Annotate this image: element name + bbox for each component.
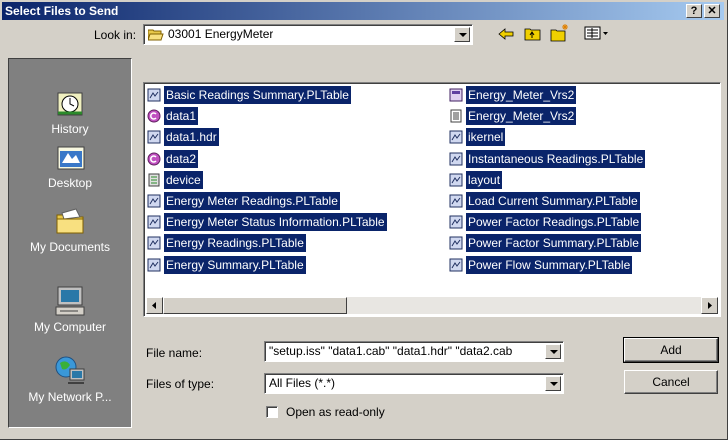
places-history-label: History: [51, 122, 89, 136]
places-my-network-label: My Network P...: [28, 390, 112, 404]
look-in-value: 03001 EnergyMeter: [168, 27, 274, 41]
help-button[interactable]: ?: [686, 4, 702, 18]
places-desktop-label: Desktop: [47, 176, 93, 190]
up-folder-icon[interactable]: [524, 25, 542, 42]
file-item-name: Instantaneous Readings.PLTable: [466, 149, 646, 168]
my-network-places-icon: [54, 355, 86, 387]
file-item-name: Energy Meter Status Information.PLTable: [164, 213, 387, 232]
select-files-dialog: Select Files to Send ? ✕ Look in: 03001 …: [0, 0, 728, 440]
new-folder-icon[interactable]: [550, 23, 570, 42]
file-name-label: File name:: [146, 346, 203, 360]
history-icon: [54, 87, 86, 119]
file-type-select[interactable]: All Files (*.*): [264, 373, 564, 394]
folder-open-icon: [148, 29, 164, 41]
dialog-title: Select Files to Send: [5, 4, 119, 18]
pltable-file-icon: [449, 258, 463, 272]
look-in-label: Look in:: [94, 28, 137, 42]
view-menu-icon[interactable]: [584, 26, 610, 41]
back-arrow-icon[interactable]: [497, 26, 515, 42]
file-item-name: data1: [164, 107, 199, 126]
file-name-dropdown-arrow[interactable]: [545, 344, 561, 359]
file-type-value: All Files (*.*): [269, 376, 336, 390]
config-file-icon: [147, 173, 161, 187]
open-read-only-label[interactable]: Open as read-only: [286, 405, 385, 419]
file-item-name: data1.hdr: [164, 128, 219, 147]
open-read-only-checkbox[interactable]: [266, 406, 278, 418]
pltable-file-icon: [147, 130, 161, 144]
file-item-name: Power Factor Summary.PLTable: [466, 234, 641, 253]
text-file-icon: [449, 109, 463, 123]
pltable-file-icon: [449, 194, 463, 208]
pltable-file-icon: [449, 152, 463, 166]
title-bar[interactable]: Select Files to Send: [2, 2, 724, 20]
file-item-name: Energy Summary.PLTable: [164, 255, 306, 274]
pltable-file-icon: [147, 215, 161, 229]
file-item-name: Load Current Summary.PLTable: [466, 192, 640, 210]
pltable-file-icon: [449, 236, 463, 250]
places-my-computer-label: My Computer: [33, 320, 107, 334]
my-documents-icon: [54, 205, 86, 237]
pltable-file-icon: [147, 88, 161, 102]
file-item-name: Energy_Meter_Vrs2: [466, 107, 577, 126]
file-item-name: ikernel: [466, 128, 506, 147]
arrow-left-icon: [152, 302, 156, 309]
file-item-name: Power Factor Readings.PLTable: [466, 213, 642, 232]
places-history[interactable]: History: [9, 87, 131, 136]
my-computer-icon: [54, 285, 86, 317]
scroll-left-button[interactable]: [146, 297, 163, 314]
add-button[interactable]: Add: [623, 337, 719, 363]
pltable-file-icon: [147, 258, 161, 272]
file-item-name: Basic Readings Summary.PLTable: [164, 86, 351, 104]
scroll-thumb[interactable]: [163, 297, 347, 314]
project-file-icon: [449, 88, 463, 102]
file-type-dropdown-arrow[interactable]: [545, 376, 561, 391]
arrow-right-icon: [708, 302, 712, 309]
file-name-input[interactable]: "setup.iss" "data1.cab" "data1.hdr" "dat…: [269, 344, 539, 358]
file-name-combo[interactable]: "setup.iss" "data1.cab" "data1.hdr" "dat…: [264, 341, 564, 362]
file-item-name: Power Flow Summary.PLTable: [466, 255, 633, 274]
places-my-network[interactable]: My Network P...: [9, 355, 131, 404]
file-item-name: Energy Meter Readings.PLTable: [164, 192, 340, 210]
places-bar: History Desktop My Documents My Computer…: [8, 58, 132, 428]
pltable-file-icon: [449, 215, 463, 229]
file-list[interactable]: Basic Readings Summary.PLTable data1 data1…: [143, 82, 721, 317]
places-desktop[interactable]: Desktop: [9, 141, 131, 190]
desktop-icon: [54, 141, 86, 173]
places-my-documents[interactable]: My Documents: [9, 205, 131, 254]
places-my-computer[interactable]: My Computer: [9, 285, 131, 334]
cab-file-icon: [147, 109, 161, 123]
cancel-button[interactable]: Cancel: [624, 370, 718, 394]
scroll-right-button[interactable]: [701, 297, 718, 314]
places-my-documents-label: My Documents: [29, 240, 111, 254]
file-item-name: Energy_Meter_Vrs2: [466, 86, 577, 104]
horizontal-scrollbar[interactable]: [146, 297, 718, 314]
file-type-label: Files of type:: [146, 377, 215, 391]
look-in-combo[interactable]: 03001 EnergyMeter: [143, 24, 473, 45]
file-item-name: Energy Readings.PLTable: [164, 234, 306, 253]
file-item-name: device: [164, 170, 203, 189]
pltable-file-icon: [147, 236, 161, 250]
pltable-file-icon: [449, 173, 463, 187]
look-in-dropdown-arrow[interactable]: [454, 27, 470, 42]
pltable-file-icon: [147, 194, 161, 208]
pltable-file-icon: [449, 130, 463, 144]
file-item-name: layout: [466, 170, 503, 189]
close-button[interactable]: ✕: [704, 4, 720, 18]
file-item-name: data2: [164, 149, 199, 168]
cab-file-icon: [147, 152, 161, 166]
